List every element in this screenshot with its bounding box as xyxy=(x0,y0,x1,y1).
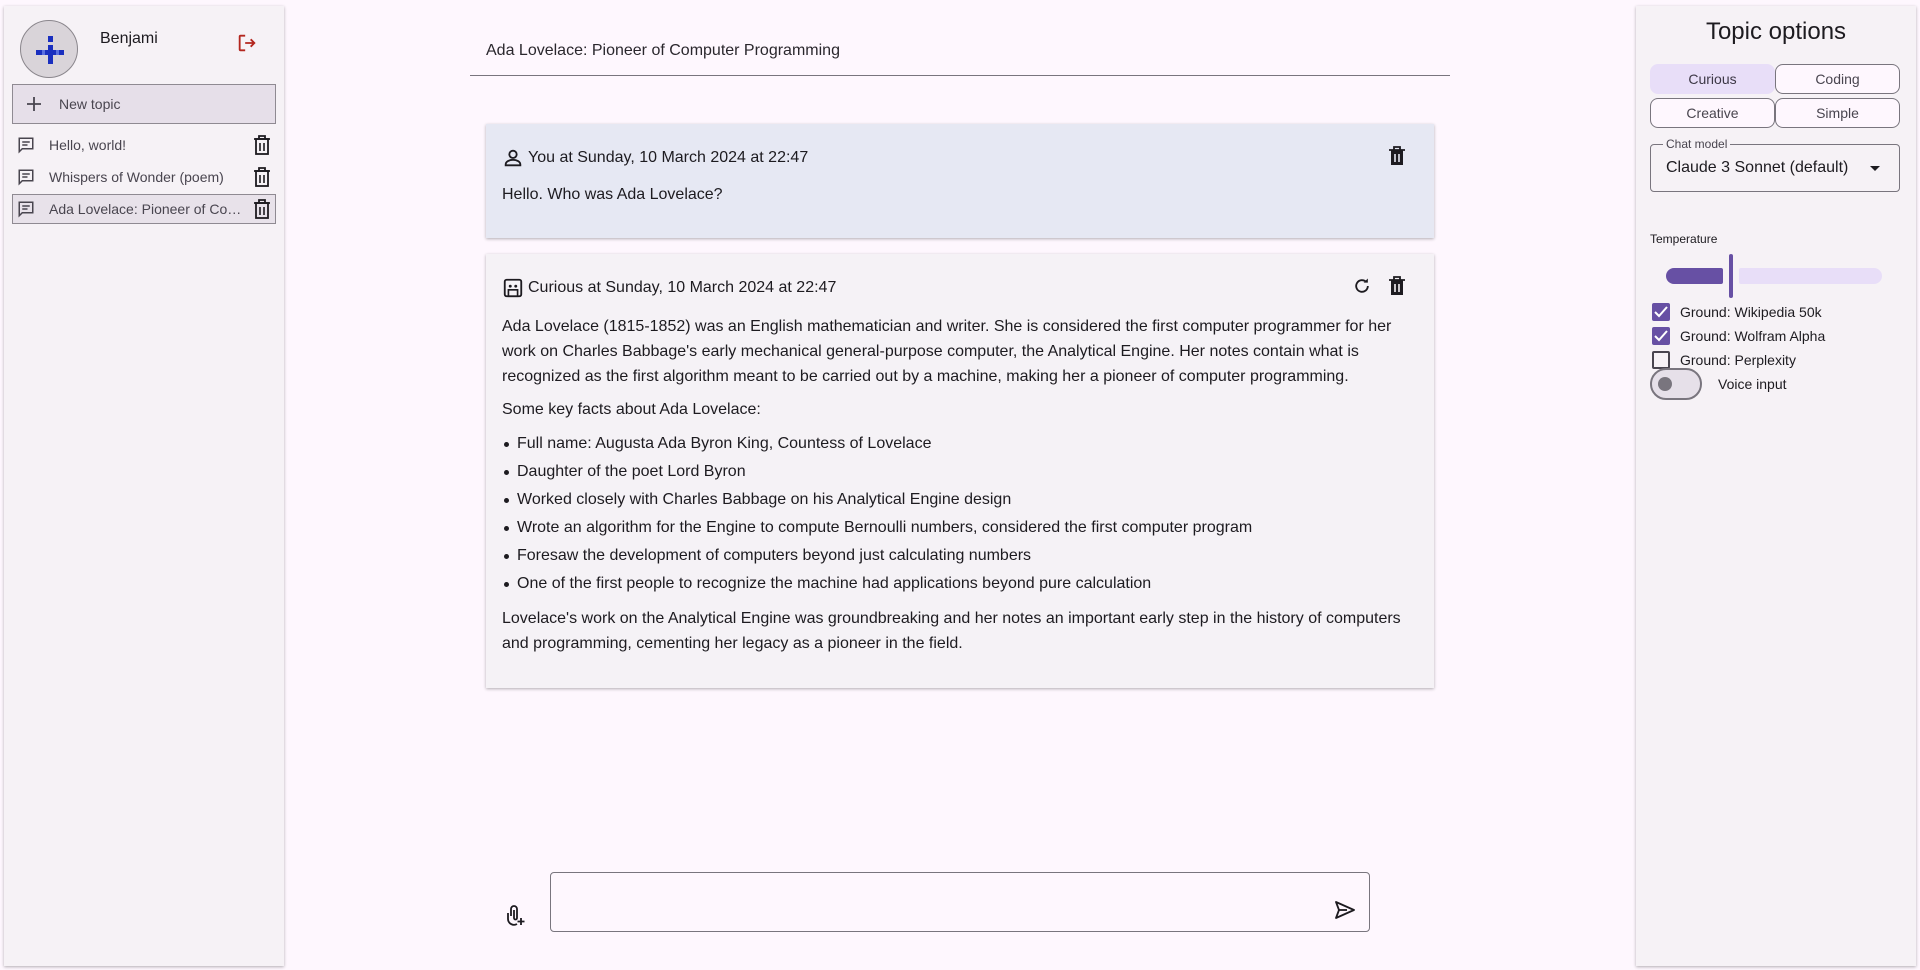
list-item: Full name: Augusta Ada Byron King, Count… xyxy=(502,430,1418,458)
chat-icon xyxy=(18,201,34,218)
checkbox-label: Ground: Perplexity xyxy=(1680,352,1796,368)
topic-item-whispers-of-wonder[interactable]: Whispers of Wonder (poem) xyxy=(12,162,276,192)
checkbox-checked-icon xyxy=(1652,327,1670,345)
checkbox-label: Ground: Wikipedia 50k xyxy=(1680,304,1822,320)
trash-icon xyxy=(1389,276,1405,295)
avatar-glyph-icon xyxy=(36,36,64,64)
attach-icon xyxy=(507,905,525,926)
delete-topic-button[interactable] xyxy=(253,135,271,155)
trash-icon xyxy=(254,135,270,155)
message-header: You at Sunday, 10 March 2024 at 22:47 xyxy=(502,142,1418,174)
panel-title: Topic options xyxy=(1705,18,1847,45)
send-button[interactable] xyxy=(1335,901,1355,919)
topic-item-ada-lovelace[interactable]: Ada Lovelace: Pioneer of Computer Progra… xyxy=(12,194,276,224)
person-icon xyxy=(504,149,522,167)
persona-curious[interactable]: Curious xyxy=(1650,64,1775,94)
message-paragraph: Ada Lovelace (1815-1852) was an English … xyxy=(502,318,1392,385)
trash-icon xyxy=(254,199,270,219)
message-composer xyxy=(550,872,1370,932)
user-message: You at Sunday, 10 March 2024 at 22:47 He… xyxy=(486,124,1434,238)
topic-label: Ada Lovelace: Pioneer of Computer Progra… xyxy=(49,201,253,217)
topic-item-hello-world[interactable]: Hello, world! xyxy=(12,130,276,160)
bullet-list: Full name: Augusta Ada Byron King, Count… xyxy=(502,430,1418,598)
delete-message-button[interactable] xyxy=(1388,276,1406,296)
dropdown-arrow-icon xyxy=(1870,166,1880,171)
logout-icon xyxy=(238,34,256,52)
regenerate-button[interactable] xyxy=(1352,276,1372,296)
message-header: Curious at Sunday, 10 March 2024 at 22:4… xyxy=(502,272,1418,304)
plus-icon xyxy=(27,97,41,111)
message-body: Ada Lovelace (1815-1852) was an English … xyxy=(502,314,1418,656)
persona-coding[interactable]: Coding xyxy=(1775,64,1900,94)
ground-wolfram-checkbox[interactable]: Ground: Wolfram Alpha xyxy=(1652,324,1825,348)
sidebar: Benjami New topic Hello, world! Whispers… xyxy=(4,6,284,966)
new-topic-label: New topic xyxy=(59,96,121,112)
robot-icon xyxy=(503,278,523,298)
attach-button[interactable] xyxy=(506,904,526,926)
message-text: Hello. Who was Ada Lovelace? xyxy=(502,186,723,203)
slider-handle[interactable] xyxy=(1729,254,1733,298)
chat-model-value: Claude 3 Sonnet (default) xyxy=(1666,159,1849,176)
voice-input-row: Voice input xyxy=(1650,368,1787,400)
logout-button[interactable] xyxy=(236,32,258,54)
persona-creative[interactable]: Creative xyxy=(1650,98,1775,128)
trash-icon xyxy=(254,167,270,187)
send-icon xyxy=(1335,901,1355,919)
persona-simple[interactable]: Simple xyxy=(1775,98,1900,128)
message-input[interactable] xyxy=(551,873,1369,931)
user-header: Benjami xyxy=(4,6,284,84)
trash-icon xyxy=(1389,146,1405,165)
topic-label: Hello, world! xyxy=(49,137,127,153)
topic-title[interactable]: Ada Lovelace: Pioneer of Computer Progra… xyxy=(486,42,840,60)
delete-topic-button[interactable] xyxy=(253,167,271,187)
delete-message-button[interactable] xyxy=(1388,146,1406,166)
chat-icon xyxy=(18,137,34,154)
message-paragraph: Lovelace's work on the Analytical Engine… xyxy=(502,610,1401,652)
new-topic-button[interactable]: New topic xyxy=(12,84,276,124)
checkbox-label: Ground: Wolfram Alpha xyxy=(1680,328,1826,344)
list-item: Worked closely with Charles Babbage on h… xyxy=(502,486,1418,514)
temperature-slider[interactable] xyxy=(1666,254,1882,298)
slider-track-inactive xyxy=(1739,268,1882,284)
checkbox-unchecked-icon xyxy=(1652,351,1670,369)
title-divider xyxy=(470,75,1450,76)
topic-list: Hello, world! Whispers of Wonder (poem) xyxy=(12,130,276,226)
avatar[interactable] xyxy=(20,20,78,78)
checkbox-checked-icon xyxy=(1652,303,1670,321)
topic-options-panel: Topic options Curious Coding Creative Si… xyxy=(1636,6,1916,966)
message-header-text: You at Sunday, 10 March 2024 at 22:47 xyxy=(528,149,809,166)
message-paragraph: Some key facts about Ada Lovelace: xyxy=(502,401,761,418)
chat-icon xyxy=(18,169,34,186)
chat-model-select[interactable]: Chat model Claude 3 Sonnet (default) xyxy=(1650,137,1900,192)
list-item: Daughter of the poet Lord Byron xyxy=(502,458,1418,486)
voice-input-label: Voice input xyxy=(1718,376,1787,392)
temperature-label: Temperature xyxy=(1650,232,1718,246)
voice-input-toggle[interactable] xyxy=(1650,368,1702,400)
message-header-text: Curious at Sunday, 10 March 2024 at 22:4… xyxy=(528,279,837,296)
list-item: One of the first people to recognize the… xyxy=(502,570,1418,598)
assistant-message: Curious at Sunday, 10 March 2024 at 22:4… xyxy=(486,254,1434,688)
username: Benjami xyxy=(100,30,158,47)
list-item: Wrote an algorithm for the Engine to com… xyxy=(502,514,1418,542)
delete-topic-button[interactable] xyxy=(253,199,271,219)
persona-selector: Curious Coding Creative Simple xyxy=(1650,64,1900,128)
list-item: Foresaw the development of computers bey… xyxy=(502,542,1418,570)
slider-track-active xyxy=(1666,268,1723,284)
topic-label: Whispers of Wonder (poem) xyxy=(49,169,224,185)
refresh-icon xyxy=(1355,278,1369,293)
grounding-options: Ground: Wikipedia 50k Ground: Wolfram Al… xyxy=(1652,300,1825,372)
ground-wikipedia-checkbox[interactable]: Ground: Wikipedia 50k xyxy=(1652,300,1825,324)
toggle-knob xyxy=(1658,377,1672,391)
chat-model-label: Chat model xyxy=(1663,137,1731,151)
